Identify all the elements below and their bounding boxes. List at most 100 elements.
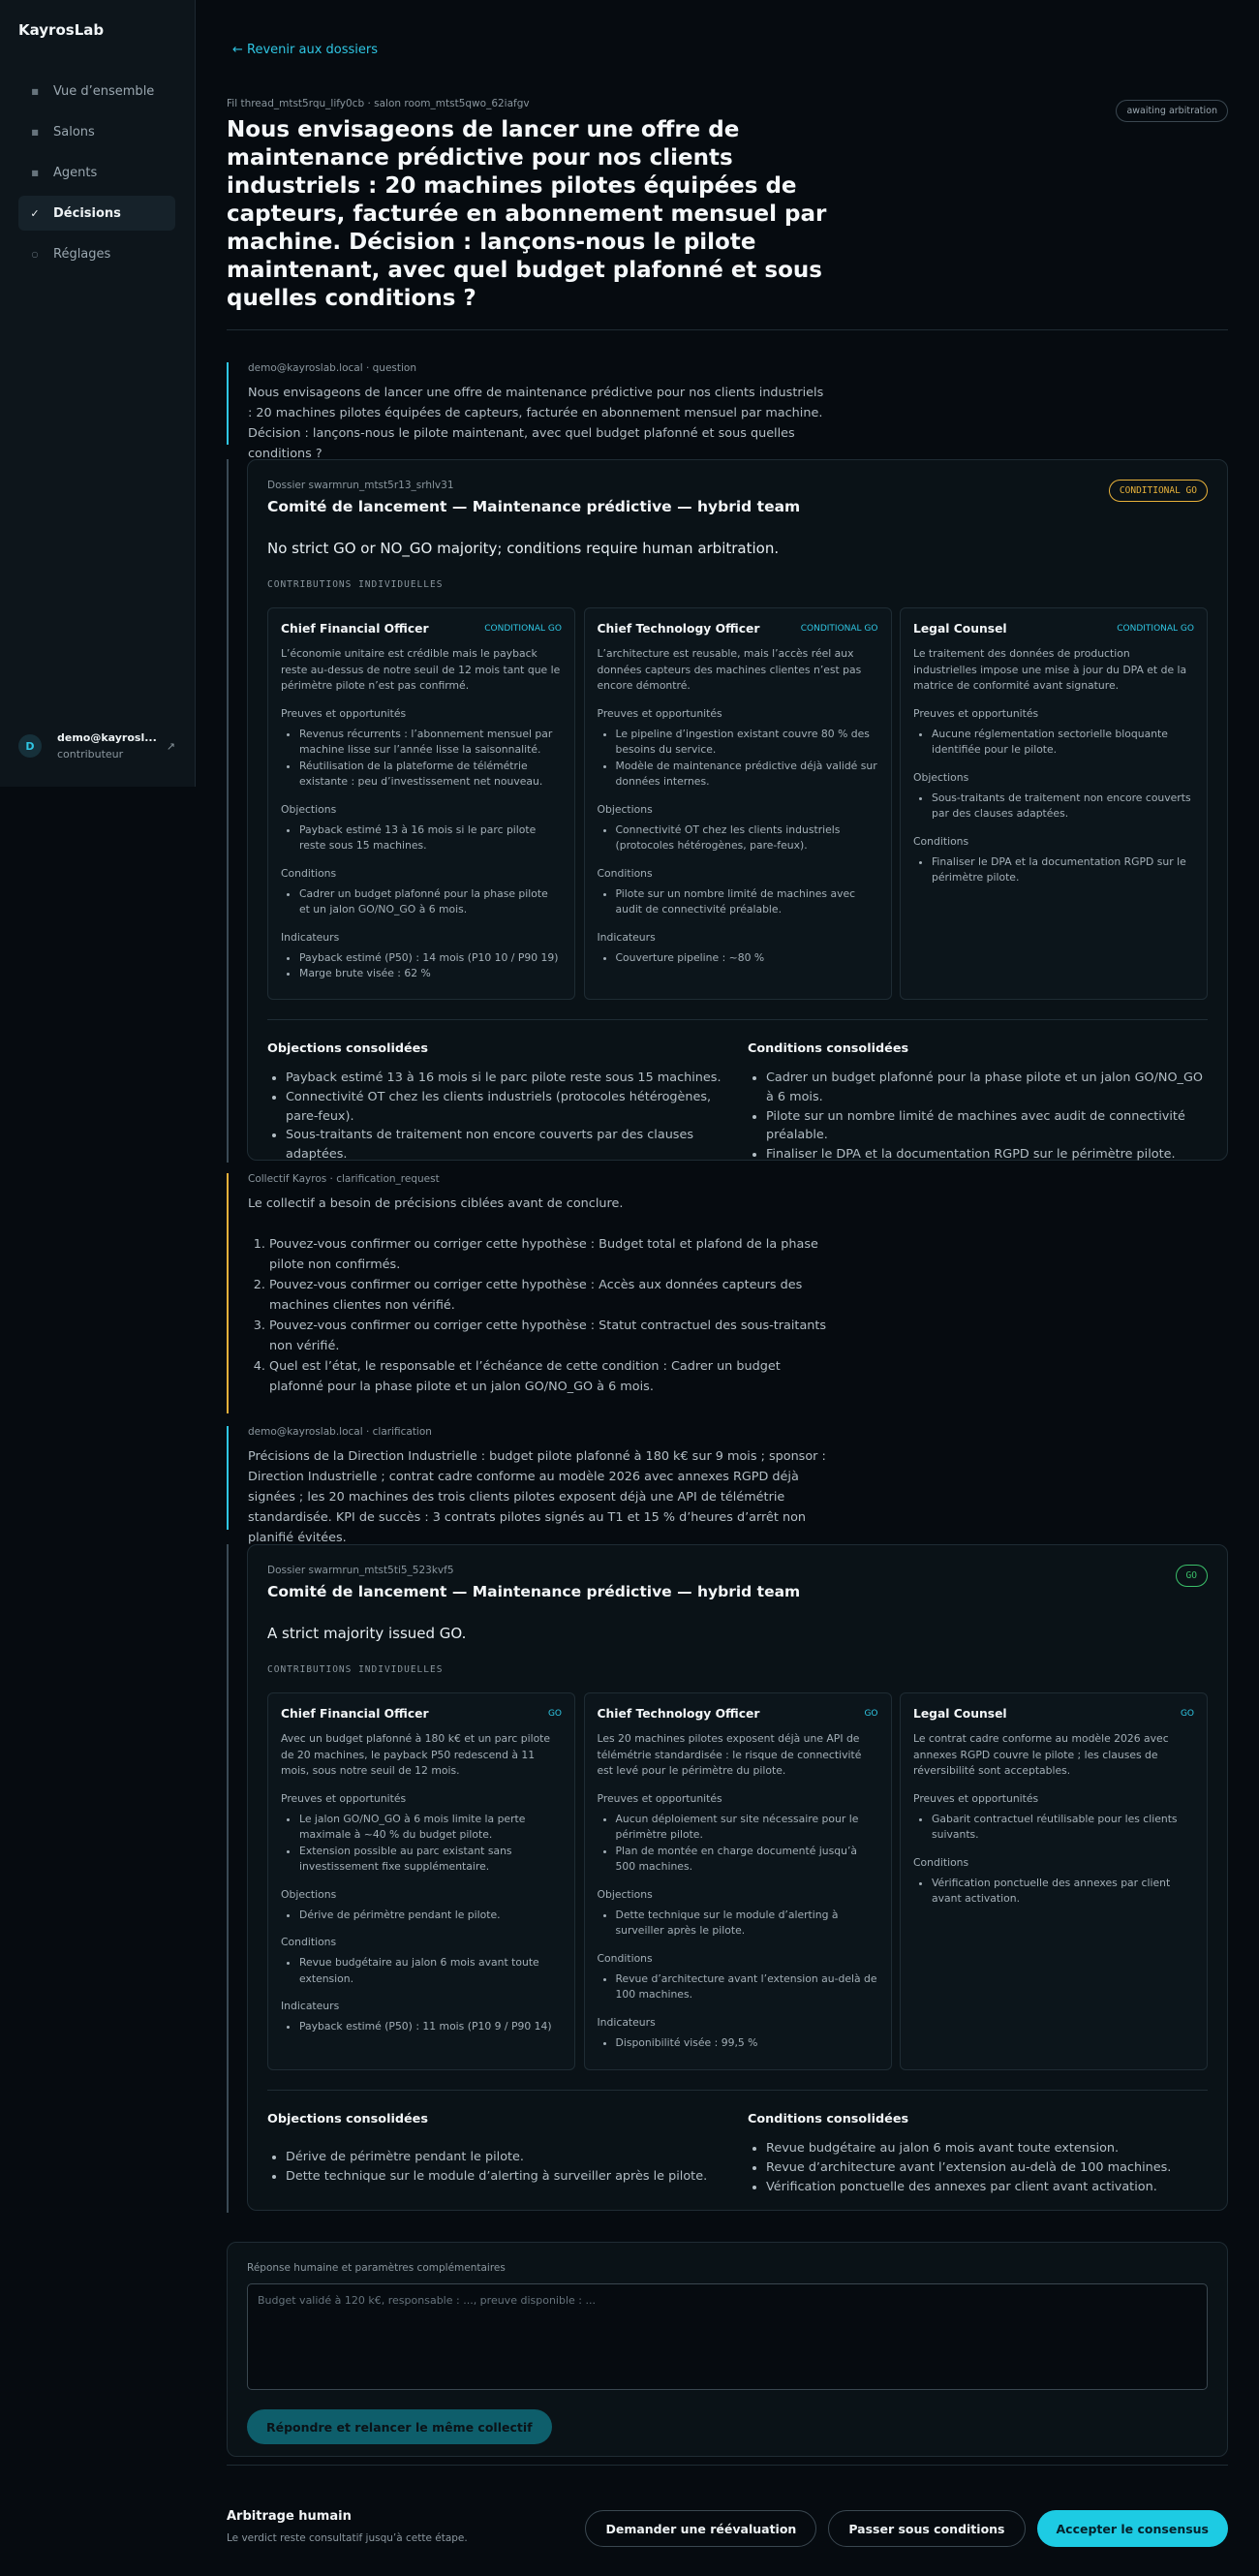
avatar: D xyxy=(18,734,42,758)
circle-icon: ○ xyxy=(31,249,39,259)
contribution-verdict: GO xyxy=(547,1709,562,1719)
list-item: Payback estimé (P50) : 14 mois (P10 10 /… xyxy=(299,950,562,967)
list-item: Pilote sur un nombre limité de machines … xyxy=(766,1107,1208,1146)
contribution-section-label: Objections xyxy=(281,802,337,816)
dossier-id: Dossier swarmrun_mtst5ti5_523kvf5 xyxy=(267,1565,454,1576)
list-item: Dérive de périmètre pendant le pilote. xyxy=(286,2148,727,2167)
contribution-role: Legal Counsel xyxy=(913,622,1007,636)
contribution-section-list: Payback estimé (P50) : 11 mois (P10 9 / … xyxy=(281,2019,562,2035)
arbitration-subtitle: Le verdict reste consultatif jusqu’à cet… xyxy=(227,2532,468,2544)
sidebar-item-overview[interactable]: ■ Vue d’ensemble xyxy=(18,74,175,109)
reply-and-relaunch-button[interactable]: Répondre et relancer le même collectif xyxy=(247,2409,552,2444)
list-item: Cadrer un budget plafonné pour la phase … xyxy=(299,886,562,918)
sidebar-nav: ■ Vue d’ensemble ■ Salons ■ Agents ✓ Déc… xyxy=(18,74,175,277)
contribution-section-label: Conditions xyxy=(597,1951,653,1965)
list-item: Vérification ponctuelle des annexes par … xyxy=(932,1876,1194,1908)
square-bullet-icon: ■ xyxy=(31,168,39,177)
accept-consensus-button[interactable]: Accepter le consensus xyxy=(1036,2510,1228,2547)
message-text: Précisions de la Direction Industrielle … xyxy=(248,1449,826,1545)
sidebar-item-decisions[interactable]: ✓ Décisions xyxy=(18,196,175,231)
user-role: contributeur xyxy=(57,748,124,760)
list-item: Finaliser le DPA et la documentation RGP… xyxy=(932,854,1194,886)
verdict-badge: GO xyxy=(1175,1565,1208,1587)
consolidated-objections-list: Dérive de périmètre pendant le pilote.De… xyxy=(267,2148,727,2187)
consolidated-conditions-list: Revue budgétaire au jalon 6 mois avant t… xyxy=(748,2139,1208,2196)
arbitration-title: Arbitrage humain xyxy=(227,2509,352,2524)
consolidated-conditions: Conditions consolidées Revue budgétaire … xyxy=(748,2112,1208,2196)
check-icon: ✓ xyxy=(30,206,40,220)
message-text: Nous envisageons de lancer une offre de … xyxy=(248,386,824,461)
contribution-text: Le traitement des données de production … xyxy=(913,647,1187,692)
dossier-card: Dossier swarmrun_mtst5ti5_523kvf5 Comité… xyxy=(247,1544,1228,2211)
list-item: Pouvez-vous confirmer ou corriger cette … xyxy=(269,1234,827,1275)
contribution-section-list: Revue d’architecture avant l’extension a… xyxy=(598,1971,878,2003)
contribution-card: Chief Technology Officer CONDITIONAL GO L’… xyxy=(583,607,892,1000)
pass-under-conditions-button[interactable]: Passer sous conditions xyxy=(828,2510,1026,2547)
contribution-section-label: Conditions xyxy=(913,1855,969,1869)
list-item: Payback estimé (P50) : 11 mois (P10 9 / … xyxy=(299,2019,562,2035)
message-question: demo@kayroslab.local · question Nous env… xyxy=(227,362,827,461)
contribution-verdict: CONDITIONAL GO xyxy=(484,624,562,634)
contribution-header: Chief Financial Officer GO xyxy=(281,1707,562,1721)
list-item: Pilote sur un nombre limité de machines … xyxy=(616,886,878,918)
contribution-section-label: Indicateurs xyxy=(597,930,656,944)
contribution-text: Avec un budget plafonné à 180 k€ et un p… xyxy=(281,1732,551,1777)
contribution-section-label: Preuves et opportunités xyxy=(913,1791,1039,1805)
contribution-section-list: Payback estimé (P50) : 14 mois (P10 10 /… xyxy=(281,950,562,982)
consolidated-conditions-title: Conditions consolidées xyxy=(748,2112,909,2126)
contribution-section-list: Finaliser le DPA et la documentation RGP… xyxy=(913,854,1194,886)
contribution-role: Chief Technology Officer xyxy=(597,1707,760,1721)
contribution-role: Chief Financial Officer xyxy=(281,1707,429,1721)
thread-rail xyxy=(227,459,229,1163)
back-to-dossiers-link[interactable]: ← Revenir aux dossiers xyxy=(232,43,378,57)
contribution-section-list: Dette technique sur le module d’alerting… xyxy=(598,1908,878,1940)
list-item: Couverture pipeline : ~80 % xyxy=(616,950,878,967)
contribution-section-label: Conditions xyxy=(913,834,969,848)
list-item: Revue d’architecture avant l’extension a… xyxy=(616,1971,878,2003)
contribution-section-label: Indicateurs xyxy=(597,2015,656,2029)
contribution-section-label: Preuves et opportunités xyxy=(281,706,407,720)
list-item: Extension possible au parc existant sans… xyxy=(299,1844,562,1876)
square-bullet-icon: ■ xyxy=(31,127,39,137)
sidebar-item-agents[interactable]: ■ Agents xyxy=(18,155,175,190)
message-meta: demo@kayroslab.local · clarification xyxy=(248,1426,432,1438)
sidebar-item-label: Salons xyxy=(53,124,95,140)
list-item: Pouvez-vous confirmer ou corriger cette … xyxy=(269,1316,827,1356)
contributions: Chief Financial Officer CONDITIONAL GO L’é… xyxy=(267,607,1208,1000)
contribution-section-label: Objections xyxy=(597,1887,653,1901)
reply-label: Réponse humaine et paramètres complément… xyxy=(247,2262,506,2274)
message-meta: demo@kayroslab.local · question xyxy=(248,362,416,374)
list-item: Le pipeline d’ingestion existant couvre … xyxy=(616,727,878,759)
sidebar-item-settings[interactable]: ○ Réglages xyxy=(18,236,175,271)
arbitration-actions: Demander une réévaluation Passer sous co… xyxy=(573,2510,1228,2547)
reply-input[interactable] xyxy=(247,2283,1208,2390)
message-clarification: demo@kayroslab.local · clarification Pré… xyxy=(227,1426,827,1545)
thread-meta: Fil thread_mtst5rqu_lify0cb · salon room… xyxy=(227,98,530,109)
contribution-section-list: Dérive de périmètre pendant le pilote. xyxy=(281,1908,562,1924)
contribution-section-list: Cadrer un budget plafonné pour la phase … xyxy=(281,886,562,918)
list-item: Pouvez-vous confirmer ou corriger cette … xyxy=(269,1275,827,1316)
contribution-text: L’architecture est reusable, mais l’accè… xyxy=(597,647,862,692)
sidebar: KayrosLab ■ Vue d’ensemble ■ Salons ■ Ag… xyxy=(0,0,196,787)
contribution-section-label: Conditions xyxy=(281,866,337,880)
list-item: Aucune réglementation sectorielle bloqua… xyxy=(932,727,1194,759)
contribution-section-label: Preuves et opportunités xyxy=(597,706,722,720)
contribution-section-list: Aucun déploiement sur site nécessaire po… xyxy=(598,1812,878,1876)
request-reevaluation-button[interactable]: Demander une réévaluation xyxy=(585,2510,817,2547)
contributions-label: CONTRIBUTIONS INDIVIDUELLES xyxy=(267,579,444,590)
contribution-text: L’économie unitaire est crédible mais le… xyxy=(281,647,561,692)
contribution-section-list: Sous-traitants de traitement non encore … xyxy=(913,791,1194,822)
external-link-icon[interactable]: ↗ xyxy=(167,740,175,753)
sidebar-item-label: Vue d’ensemble xyxy=(53,83,155,99)
divider xyxy=(227,329,1228,330)
list-item: Connectivité OT chez les clients industr… xyxy=(286,1088,727,1127)
contribution-section-label: Preuves et opportunités xyxy=(913,706,1039,720)
sidebar-item-label: Décisions xyxy=(53,205,121,221)
contribution-section-label: Conditions xyxy=(597,866,653,880)
contribution-verdict: CONDITIONAL GO xyxy=(1117,624,1194,634)
contribution-card: Chief Financial Officer CONDITIONAL GO L’é… xyxy=(267,607,575,1000)
dossier-card: Dossier swarmrun_mtst5r13_srhlv31 Comité… xyxy=(247,459,1228,1162)
contribution-section-label: Objections xyxy=(913,770,969,784)
contribution-section-list: Gabarit contractuel réutilisable pour le… xyxy=(913,1812,1194,1844)
sidebar-item-rooms[interactable]: ■ Salons xyxy=(18,114,175,149)
